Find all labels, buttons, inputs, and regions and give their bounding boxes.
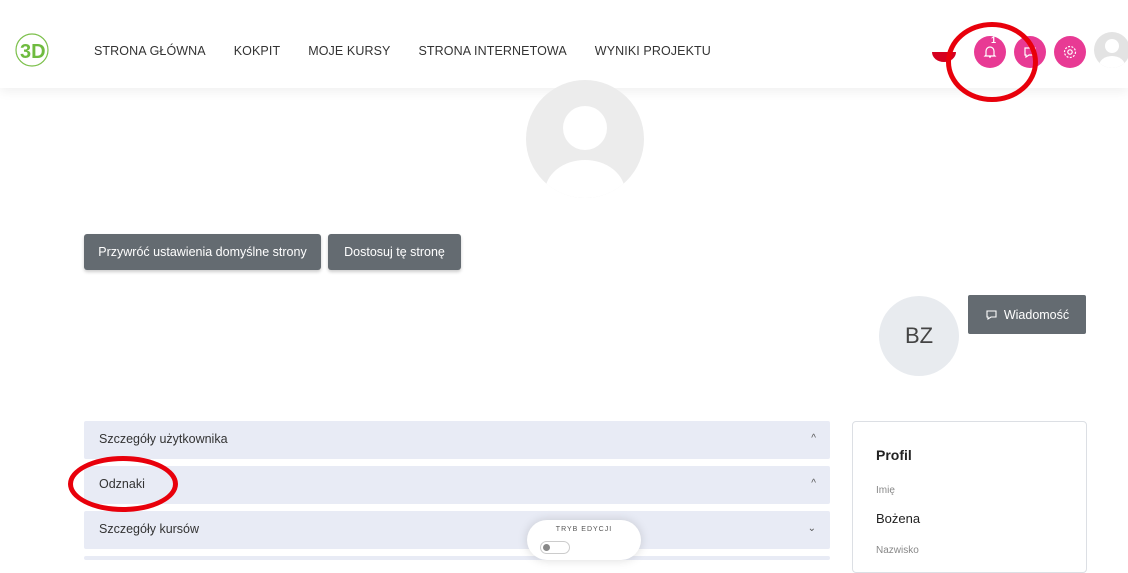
nav-my-courses[interactable]: MOJE KURSY (308, 44, 390, 58)
reset-page-button[interactable]: Przywróć ustawienia domyślne strony (84, 234, 321, 270)
first-name-value: Bożena (876, 511, 921, 526)
accordion-label: Szczegóły kursów (99, 522, 200, 536)
message-button[interactable]: Wiadomość (968, 295, 1086, 334)
bell-icon (983, 46, 997, 58)
nav-dashboard[interactable]: KOKPIT (234, 44, 280, 58)
accordion-course-details[interactable]: Szczegóły kursów ⌄ (84, 511, 830, 549)
chevron-up-icon: ^ (811, 478, 816, 489)
chevron-down-icon: ⌄ (807, 523, 816, 534)
site-logo[interactable]: 3D (12, 30, 56, 74)
profile-card-title: Profil (876, 447, 912, 463)
accordion-user-details[interactable]: Szczegóły użytkownika ^ (84, 421, 830, 459)
notification-count-badge: 1 (991, 35, 997, 45)
nav-home[interactable]: STRONA GŁÓWNA (94, 44, 206, 58)
nav-website[interactable]: STRONA INTERNETOWA (418, 44, 566, 58)
svg-text:3D: 3D (20, 41, 46, 63)
edit-mode-label: TRYB EDYCJI (555, 526, 613, 533)
last-name-label: Nazwisko (876, 545, 919, 556)
first-name-label: Imię (876, 485, 895, 496)
notifications-button[interactable]: 1 (974, 35, 1006, 68)
accordion-label: Szczegóły użytkownika (99, 432, 228, 446)
top-navbar: 3D STRONA GŁÓWNA KOKPIT MOJE KURSY STRON… (0, 0, 1128, 88)
toggle-knob (543, 544, 550, 551)
message-button-label: Wiadomość (1003, 307, 1070, 322)
accordion-label: Odznaki (99, 477, 145, 491)
accordion-badges[interactable]: Odznaki ^ (84, 466, 830, 504)
customize-page-button[interactable]: Dostosuj tę stronę (328, 234, 461, 270)
main-nav: STRONA GŁÓWNA KOKPIT MOJE KURSY STRONA I… (94, 44, 739, 58)
chat-icon (986, 310, 997, 321)
gear-icon (1063, 45, 1077, 59)
user-initials-avatar: BZ (879, 296, 959, 376)
chat-icon (1024, 47, 1036, 59)
profile-picture (526, 80, 644, 198)
nav-project-results[interactable]: WYNIKI PROJEKTU (595, 44, 711, 58)
settings-button[interactable] (1054, 36, 1086, 68)
user-menu-avatar[interactable] (1094, 32, 1128, 68)
accordion-next[interactable] (84, 556, 830, 560)
flag-icon[interactable] (932, 46, 956, 64)
chevron-up-icon: ^ (811, 433, 816, 444)
edit-mode-toggle[interactable] (540, 541, 570, 554)
profile-card: Profil Imię Bożena Nazwisko (852, 421, 1087, 573)
edit-mode-pill: TRYB EDYCJI (527, 520, 641, 560)
messages-button[interactable] (1014, 36, 1046, 68)
